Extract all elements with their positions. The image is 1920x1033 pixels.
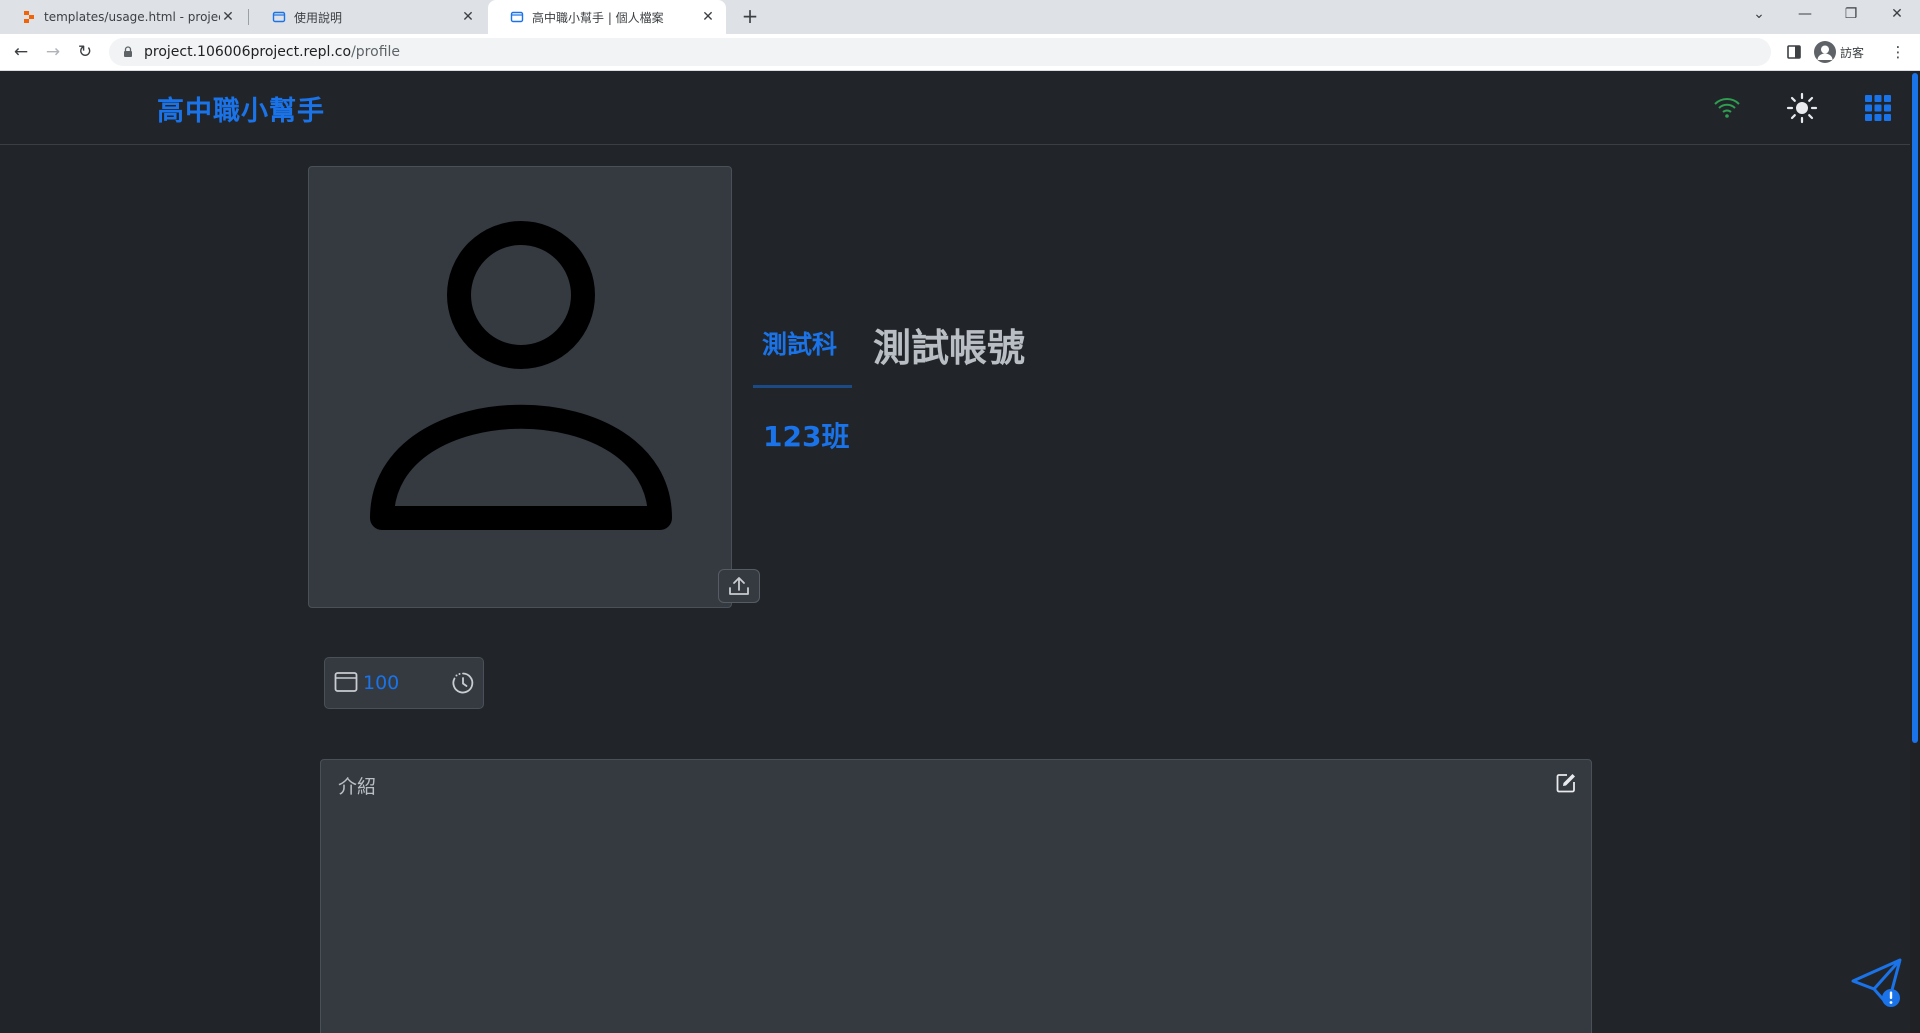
clock-history-icon[interactable] — [451, 671, 475, 695]
department-label: 測試科 — [762, 330, 838, 359]
reload-icon[interactable]: ↻ — [73, 40, 97, 64]
tab-title: templates/usage.html - project — [44, 10, 220, 24]
tab-title: 高中職小幫手 | 個人檔案 — [532, 10, 664, 25]
wifi-icon — [1714, 98, 1740, 118]
upload-icon — [729, 577, 749, 595]
introduction-label: 介紹 — [338, 776, 377, 798]
replit-icon — [24, 11, 34, 23]
sun-icon[interactable] — [1785, 91, 1819, 125]
profile-avatar-card — [308, 166, 732, 608]
person-icon — [1817, 45, 1833, 60]
username-heading: 測試帳號 — [873, 326, 1026, 370]
upload-avatar-button[interactable] — [718, 569, 760, 603]
page-icon — [272, 11, 286, 23]
minimize-icon[interactable]: — — [1782, 0, 1828, 30]
introduction-card: 介紹 — [320, 759, 1592, 1033]
close-tab-icon[interactable]: ✕ — [220, 9, 236, 25]
window-icon — [334, 672, 358, 692]
browser-tabstrip: templates/usage.html - project ✕ 使用說明 ✕ … — [0, 0, 1920, 34]
close-tab-icon[interactable]: ✕ — [460, 9, 476, 25]
person-icon — [370, 221, 672, 530]
new-tab-button[interactable]: + — [738, 5, 762, 29]
points-value: 100 — [363, 672, 400, 694]
tab-title: 使用說明 — [294, 10, 343, 25]
department-divider — [753, 385, 852, 388]
profile-label: 訪客 — [1840, 45, 1865, 60]
browser-tab-profile[interactable]: 高中職小幫手 | 個人檔案 ✕ — [488, 0, 726, 34]
edit-icon[interactable] — [1555, 772, 1577, 794]
class-label: 123班 — [763, 420, 850, 453]
side-panel-icon[interactable] — [1786, 44, 1802, 60]
page-icon — [510, 11, 524, 23]
site-brand[interactable]: 高中職小幫手 — [157, 89, 325, 128]
send-feedback-icon[interactable] — [1848, 955, 1906, 1013]
back-icon[interactable]: ← — [9, 40, 33, 64]
close-tab-icon[interactable]: ✕ — [700, 9, 716, 25]
browser-tab-usage-template[interactable]: templates/usage.html - project ✕ — [0, 0, 246, 34]
url-path: /profile — [351, 44, 401, 60]
forward-icon[interactable]: → — [41, 40, 65, 64]
url-host: project.106006project.repl.co — [144, 44, 352, 60]
scrollbar-thumb[interactable] — [1912, 73, 1918, 743]
page: 高中職小幫手 測試科 123班 測試帳號 100 介紹 — [0, 71, 1920, 1033]
apps-grid-icon[interactable] — [1861, 91, 1895, 125]
browser-toolbar: ← → ↻ project.106006project.repl.co/prof… — [0, 34, 1920, 71]
page-scrollbar[interactable] — [1910, 71, 1920, 1033]
points-badge[interactable]: 100 — [324, 657, 484, 709]
profile-button[interactable]: 訪客 — [1814, 40, 1864, 64]
lock-icon[interactable] — [121, 45, 135, 59]
avatar — [1814, 41, 1836, 63]
site-navbar: 高中職小幫手 — [0, 71, 1910, 145]
tab-separator — [248, 9, 249, 25]
address-bar[interactable]: project.106006project.repl.co/profile — [109, 38, 1771, 66]
tab-search-icon[interactable]: ⌄ — [1736, 0, 1782, 30]
kebab-menu-icon[interactable]: ⋮ — [1886, 40, 1910, 64]
browser-tab-usage[interactable]: 使用說明 ✕ — [250, 0, 486, 34]
window-close-icon[interactable]: ✕ — [1874, 0, 1920, 30]
restore-icon[interactable]: ❐ — [1828, 0, 1874, 30]
